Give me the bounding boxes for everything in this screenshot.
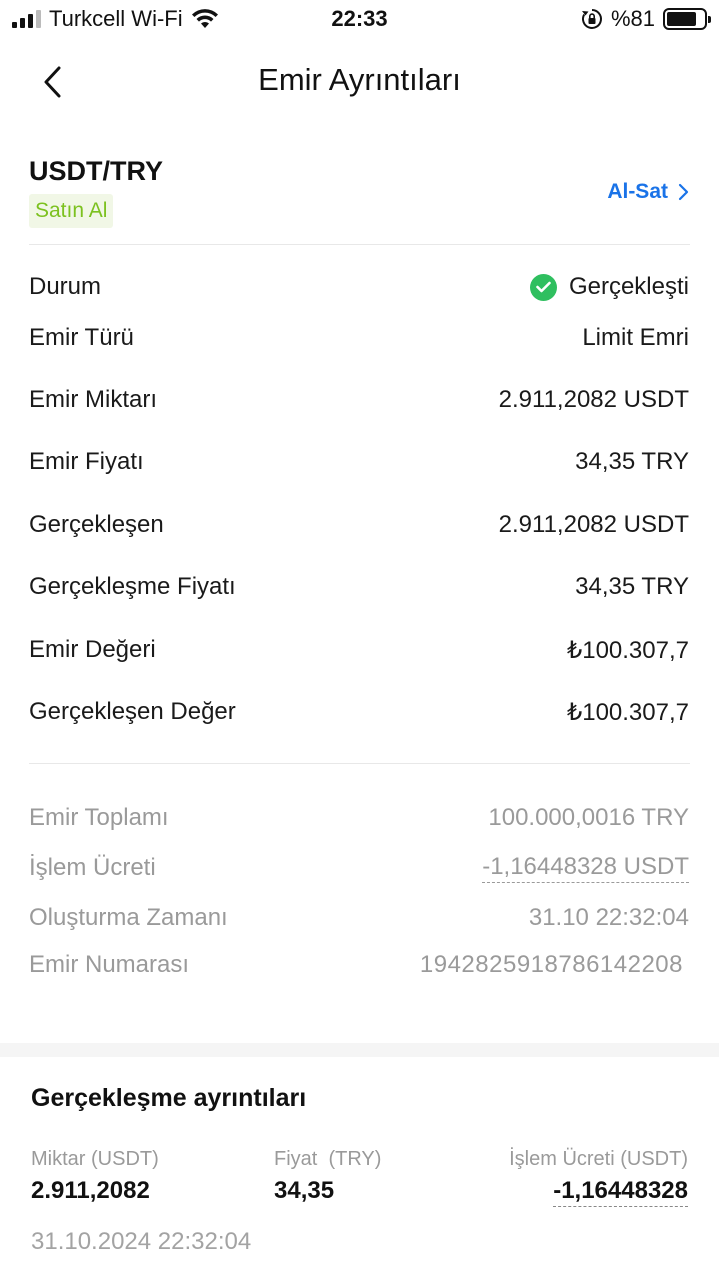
order-price-label: Emir Fiyatı bbox=[29, 448, 144, 475]
battery-percent: %81 bbox=[610, 6, 655, 31]
trading-pair: USDT/TRY bbox=[29, 156, 163, 186]
detail-row-order-type: Emir Türü Limit Emri bbox=[29, 321, 689, 355]
filled-value-label: Gerçekleşen Değer bbox=[29, 698, 236, 725]
status-right: %81 bbox=[581, 6, 711, 32]
fee-label: İşlem Ücreti bbox=[29, 854, 156, 881]
order-total-value: 100.000,0016 TRY bbox=[488, 804, 689, 831]
execution-fee-column: İşlem Ücreti (USDT) -1,16448328 bbox=[509, 1148, 688, 1207]
chevron-right-icon bbox=[678, 183, 689, 201]
summary-row-fee: İşlem Ücreti -1,16448328 USDT bbox=[29, 851, 689, 885]
status-label: Durum bbox=[29, 273, 102, 300]
order-amount-label: Emir Miktarı bbox=[29, 386, 157, 413]
status-value-group: Gerçekleşti bbox=[529, 273, 689, 301]
section-separator bbox=[0, 1043, 719, 1057]
order-amount-value: 2.911,2082 USDT bbox=[498, 386, 689, 413]
filled-label: Gerçekleşen bbox=[29, 511, 164, 538]
detail-row-fill-price: Gerçekleşme Fiyatı 34,35 TRY bbox=[29, 570, 689, 604]
execution-title: Gerçekleşme ayrıntıları bbox=[31, 1084, 307, 1112]
status-bar: Turkcell Wi-Fi 22:33 %81 bbox=[0, 0, 719, 40]
execution-amount-value: 2.911,2082 bbox=[31, 1177, 150, 1204]
detail-row-order-amount: Emir Miktarı 2.911,2082 USDT bbox=[29, 383, 689, 417]
summary-row-created: Oluşturma Zamanı 31.10 22:32:04 bbox=[29, 901, 689, 935]
fill-price-label: Gerçekleşme Fiyatı bbox=[29, 573, 236, 600]
trade-link[interactable]: Al-Sat bbox=[607, 180, 689, 204]
detail-row-order-price: Emir Fiyatı 34,35 TRY bbox=[29, 445, 689, 479]
execution-fee-header: İşlem Ücreti (USDT) bbox=[509, 1148, 688, 1170]
battery-icon bbox=[663, 8, 711, 30]
created-value: 31.10 22:32:04 bbox=[528, 904, 689, 931]
order-side-badge: Satın Al bbox=[29, 194, 114, 228]
summary-row-order-id: Emir Numarası 1942825918786142208 bbox=[29, 948, 683, 982]
order-side-label: Satın Al bbox=[35, 199, 108, 222]
detail-row-order-value: Emir Değeri ₺100.307,7 bbox=[29, 633, 689, 667]
execution-time: 31.10.2024 22:32:04 bbox=[31, 1228, 252, 1255]
filled-value: 2.911,2082 USDT bbox=[498, 511, 689, 538]
status-value: Gerçekleşti bbox=[568, 273, 689, 300]
created-label: Oluşturma Zamanı bbox=[29, 904, 228, 931]
divider bbox=[29, 244, 690, 245]
order-id-label: Emir Numarası bbox=[29, 951, 190, 978]
execution-price-column: Fiyat (TRY) 34,35 bbox=[274, 1148, 381, 1205]
detail-row-filled: Gerçekleşen 2.911,2082 USDT bbox=[29, 508, 689, 542]
order-value-value: ₺100.307,7 bbox=[566, 636, 689, 664]
fill-price-value: 34,35 TRY bbox=[575, 573, 689, 600]
divider bbox=[29, 763, 690, 764]
order-total-label: Emir Toplamı bbox=[29, 804, 169, 831]
execution-amount-column: Miktar (USDT) 2.911,2082 bbox=[31, 1148, 159, 1205]
detail-row-status: Durum Gerçekleşti bbox=[29, 270, 689, 304]
execution-price-header: Fiyat (TRY) bbox=[274, 1148, 382, 1170]
trade-link-label: Al-Sat bbox=[607, 180, 668, 203]
summary-row-order-total: Emir Toplamı 100.000,0016 TRY bbox=[29, 801, 689, 835]
order-value-label: Emir Değeri bbox=[29, 636, 156, 663]
execution-price-value: 34,35 bbox=[274, 1177, 335, 1204]
detail-row-filled-value: Gerçekleşen Değer ₺100.307,7 bbox=[29, 695, 689, 729]
execution-fee-value[interactable]: -1,16448328 bbox=[553, 1177, 688, 1207]
page-title: Emir Ayrıntıları bbox=[258, 62, 461, 97]
rotation-lock-icon bbox=[581, 9, 602, 29]
order-type-label: Emir Türü bbox=[29, 324, 134, 351]
order-price-value: 34,35 TRY bbox=[575, 448, 689, 475]
check-circle-icon bbox=[529, 273, 557, 301]
navigation-bar: Emir Ayrıntıları bbox=[0, 50, 719, 112]
filled-value-value: ₺100.307,7 bbox=[566, 698, 689, 726]
order-id-value[interactable]: 1942825918786142208 bbox=[420, 951, 683, 979]
order-type-value: Limit Emri bbox=[582, 324, 689, 351]
execution-amount-header: Miktar (USDT) bbox=[31, 1148, 159, 1170]
fee-value[interactable]: -1,16448328 USDT bbox=[482, 853, 689, 883]
